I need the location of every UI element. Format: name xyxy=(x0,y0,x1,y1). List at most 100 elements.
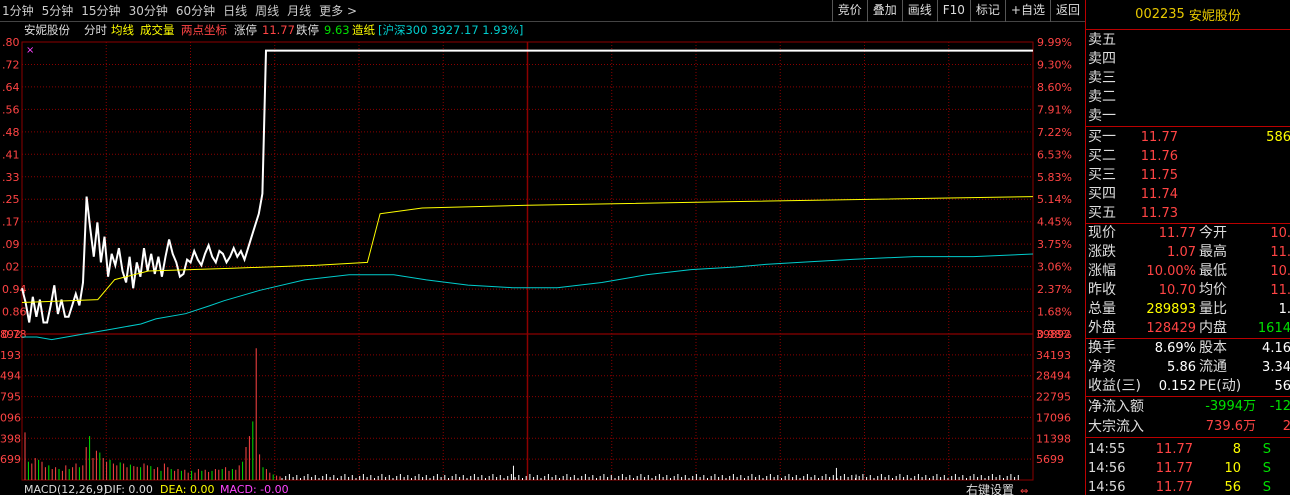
pct-tick-right: 3.06% xyxy=(1037,261,1072,274)
pct-tick-right: 2.37% xyxy=(1037,283,1072,296)
draw-line-button[interactable]: 画线 xyxy=(901,0,937,22)
intraday-chart[interactable]: .80 9.99% .72 9.30% .64 8.60% .56 7.91% .48 7.22%… xyxy=(0,22,1085,495)
add-watchlist-button[interactable]: +自选 xyxy=(1004,0,1050,22)
tick-side: S xyxy=(1262,461,1271,476)
pct-tick-right: 7.91% xyxy=(1037,103,1072,116)
stats-block-2: 换手 8.69% 股本 4.16 净资 5.86 流通 3.34 收益(三) 0.152 PE(动)… xyxy=(1086,339,1290,396)
flow-label: 大宗流入 xyxy=(1088,419,1144,435)
buy-level-5[interactable]: 买五 11.73 xyxy=(1086,204,1290,223)
macd-label: MACD(12,26,9) xyxy=(24,483,108,495)
book-label: 卖四 xyxy=(1088,51,1116,67)
volume-tick-right: 28494 xyxy=(1036,370,1071,383)
buy-level-4[interactable]: 买四 11.74 xyxy=(1086,185,1290,204)
stats2-row: 收益(三) 0.152 PE(动) 56 xyxy=(1086,377,1290,396)
tab-period-8[interactable]: 更多 > xyxy=(319,2,357,19)
price-tick-left: .33 xyxy=(2,171,20,184)
stat-value-2: 10. xyxy=(1270,226,1290,241)
book-price: 11.75 xyxy=(1140,168,1178,183)
back-button[interactable]: 返回 xyxy=(1049,0,1085,22)
stat-value: 8.69% xyxy=(1154,341,1196,356)
sector-label: 造纸 xyxy=(352,23,375,37)
price-tick-left: .17 xyxy=(2,216,20,229)
book-label: 买一 xyxy=(1088,129,1116,145)
buy-level-1[interactable]: 买一 11.77 586 xyxy=(1086,128,1290,147)
overlay-button[interactable]: 叠加 xyxy=(866,0,902,22)
buy-level-3[interactable]: 买三 11.75 xyxy=(1086,166,1290,185)
price-tick-left: .64 xyxy=(2,81,20,94)
stat-value-2: 10. xyxy=(1270,264,1290,279)
flow-extra: 2 xyxy=(1261,417,1290,437)
price-tick-left: .56 xyxy=(2,103,20,116)
tick-time: 14:55 xyxy=(1088,442,1126,457)
pct-tick-right: 5.14% xyxy=(1037,193,1072,206)
stat-value-2: 3.34 xyxy=(1262,360,1290,375)
tab-period-3[interactable]: 30分钟 xyxy=(129,2,168,19)
tick-volume: 10 xyxy=(1224,461,1241,476)
sell-book: 卖五卖四卖三 卖二 卖一 xyxy=(1086,30,1290,126)
stat-value: 128429 xyxy=(1146,321,1196,336)
f10-button[interactable]: F10 xyxy=(936,0,970,22)
stat-label: 涨跌 xyxy=(1088,244,1116,260)
stat-label-2: 最高 xyxy=(1199,244,1227,260)
pct-tick-right: 6.53% xyxy=(1037,148,1072,161)
tab-period-0[interactable]: 1分钟 xyxy=(2,2,34,19)
quote-panel: 002235 安妮股份 卖五 卖四 卖三 卖二 卖一 买一 11.77 586 买二 11.76… xyxy=(1085,0,1290,495)
tab-period-2[interactable]: 15分钟 xyxy=(81,2,120,19)
volume-tick-left: 494 xyxy=(0,370,21,383)
sell-level-4[interactable]: 卖四 xyxy=(1086,50,1290,69)
chart-mode-label: 分时 xyxy=(84,23,107,37)
sell-level-2[interactable]: 卖二 xyxy=(1086,88,1290,107)
book-label: 买四 xyxy=(1088,186,1116,202)
stats2-row: 净资 5.86 流通 3.34 xyxy=(1086,358,1290,377)
volume-tick-left: 699 xyxy=(0,453,21,466)
chart-axes: .80 9.99% .72 9.30% .64 8.60% .56 7.91% .48 7.22%… xyxy=(0,36,1072,466)
book-label: 买三 xyxy=(1088,167,1116,183)
pct-tick-right: 1.68% xyxy=(1037,306,1072,319)
stat-value-2: 11. xyxy=(1270,283,1290,298)
stat-label-2: 今开 xyxy=(1199,225,1227,241)
mark-button[interactable]: 标记 xyxy=(969,0,1005,22)
price-tick-left: .80 xyxy=(2,36,20,49)
trading-terminal: 1分钟 5分钟 15分钟 30分钟 60分钟 日线 周线 月线 更多 > 竞价 叠加 画线 F10 标记… xyxy=(0,0,1290,495)
stat-value-2: 56 xyxy=(1274,379,1290,394)
two-point-label: 两点坐标 xyxy=(181,23,227,37)
stats-row: 总量 289893 量比 1. xyxy=(1086,300,1290,319)
buy-book: 买一 11.77 586 买二 11.76 买三 11.75 买四 11.74 买五 11.73 xyxy=(1086,127,1290,223)
auction-button[interactable]: 竞价 xyxy=(831,0,867,22)
right-click-settings[interactable]: 右键设置 xyxy=(966,482,1014,495)
sell-level-3[interactable]: 卖三 xyxy=(1086,69,1290,88)
flow-extra: -12 xyxy=(1269,399,1290,414)
buy-level-2[interactable]: 买二 11.76 xyxy=(1086,147,1290,166)
pct-tick-right: 3.75% xyxy=(1037,238,1072,251)
flow-label: 净流入额 xyxy=(1088,399,1144,415)
volume-tick-right: 5699 xyxy=(1036,453,1064,466)
sell-level-5[interactable]: 卖五 xyxy=(1086,31,1290,50)
stat-label: 现价 xyxy=(1088,225,1116,241)
pct-tick-right: 9.99% xyxy=(1037,36,1072,49)
stat-value: 5.86 xyxy=(1167,360,1196,375)
tab-period-4[interactable]: 60分钟 xyxy=(176,2,215,19)
price-tick-left: 0.86 xyxy=(2,306,27,319)
tab-period-5[interactable]: 日线 xyxy=(223,2,247,19)
flow-value: -3994万 xyxy=(1205,399,1256,414)
macd-value-label: MACD: -0.00 xyxy=(220,483,289,495)
tick-list[interactable]: 14:55 11.77 8 S 14:56 11.77 10 S 14:56 11.77 56 S xyxy=(1086,438,1290,495)
chart-stock-name: 安妮股份 xyxy=(24,23,70,37)
volume-tick-right: 22795 xyxy=(1036,391,1071,404)
tab-period-1[interactable]: 5分钟 xyxy=(42,2,74,19)
period-tabs: 1分钟 5分钟 15分钟 30分钟 60分钟 日线 周线 月线 更多 > xyxy=(0,2,357,19)
tick-row: 14:56 11.77 10 S xyxy=(1086,459,1290,478)
book-label: 卖五 xyxy=(1088,32,1116,48)
stats-row: 昨收 10.70 均价 11. xyxy=(1086,281,1290,300)
sell-level-1[interactable]: 卖一 xyxy=(1086,107,1290,126)
volume-tick-left: 398 xyxy=(0,432,21,445)
tab-period-6[interactable]: 周线 xyxy=(255,2,279,19)
tab-period-7[interactable]: 月线 xyxy=(287,2,311,19)
pct-tick-right: 5.83% xyxy=(1037,171,1072,184)
fund-flow: 净流入额 -3994万 -12 大宗流入 739.6万 2 xyxy=(1086,397,1290,437)
flow-row: 大宗流入 739.6万 2 xyxy=(1086,417,1290,437)
chart-svg[interactable]: .80 9.99% .72 9.30% .64 8.60% .56 7.91% .48 7.22%… xyxy=(0,22,1085,495)
tick-volume: 56 xyxy=(1224,480,1241,495)
stat-label-2: 量比 xyxy=(1199,301,1227,317)
pct-tick-right: 8.60% xyxy=(1037,81,1072,94)
